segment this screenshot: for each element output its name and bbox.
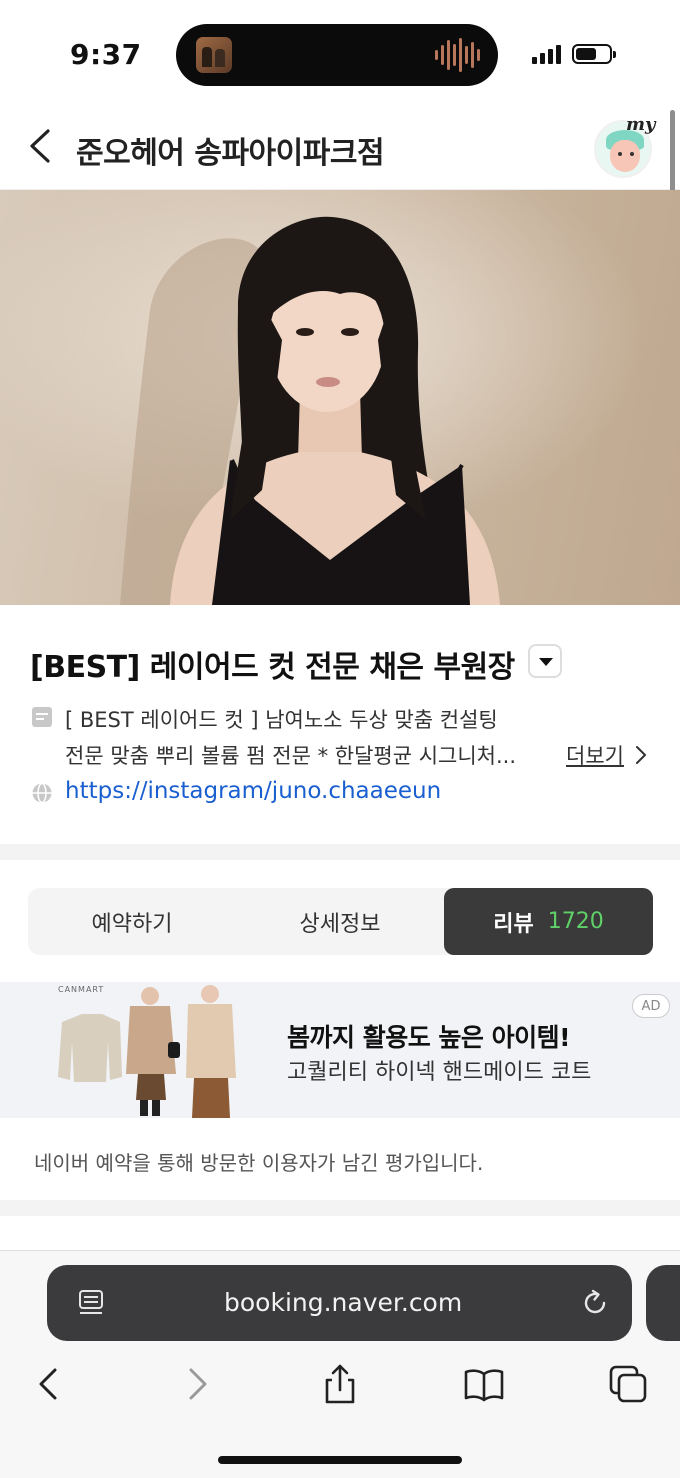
share-icon[interactable] bbox=[318, 1362, 362, 1406]
review-note: 네이버 예약을 통해 방문한 이용자가 남긴 평가입니다. bbox=[34, 1151, 484, 1175]
instagram-link[interactable]: https://instagram/juno.chaaeeun bbox=[65, 778, 441, 804]
back-icon[interactable] bbox=[27, 1362, 71, 1406]
tab-review-label: 리뷰 bbox=[493, 911, 534, 937]
tab-detail[interactable]: 상세정보 bbox=[236, 888, 444, 955]
home-indicator bbox=[218, 1456, 462, 1464]
bookmarks-icon[interactable] bbox=[462, 1362, 506, 1406]
chevron-left-icon[interactable] bbox=[26, 128, 56, 164]
review-count: 1720 bbox=[547, 909, 604, 934]
ad-headline: 봄까지 활용도 높은 아이템! bbox=[287, 1023, 571, 1052]
address-url[interactable]: booking.naver.com bbox=[224, 1288, 462, 1317]
tab-review[interactable]: 리뷰 1720 bbox=[444, 888, 653, 955]
ad-product-image bbox=[58, 985, 236, 1118]
now-playing-artwork bbox=[196, 37, 232, 73]
tab-bar: 예약하기 상세정보 리뷰 1720 bbox=[28, 888, 653, 955]
ad-banner[interactable]: CANMART 봄까지 활용도 높은 아이템! 고퀄리티 하이넥 핸드메이드 코… bbox=[0, 982, 680, 1118]
section-divider bbox=[0, 844, 680, 860]
cellular-signal-icon bbox=[532, 44, 561, 64]
my-label: my bbox=[626, 114, 656, 135]
ad-subtext: 고퀄리티 하이넥 핸드메이드 코트 bbox=[287, 1060, 592, 1085]
chevron-right-icon[interactable] bbox=[634, 744, 648, 766]
reload-icon[interactable] bbox=[580, 1288, 610, 1318]
page-title: 준오헤어 송파아이파크점 bbox=[76, 136, 385, 171]
tab-reserve[interactable]: 예약하기 bbox=[28, 888, 236, 955]
title-dropdown-button[interactable] bbox=[528, 644, 562, 678]
reader-mode-icon[interactable] bbox=[78, 1289, 104, 1317]
page-header: 준오헤어 송파아이파크점 bbox=[0, 100, 680, 190]
more-link[interactable]: 더보기 bbox=[566, 740, 624, 770]
description-line-2: 전문 맞춤 뿌리 볼륨 펌 전문 * 한달평균 시그니처... bbox=[65, 744, 517, 768]
globe-icon bbox=[32, 782, 52, 804]
memo-icon bbox=[32, 707, 52, 727]
designer-photo bbox=[0, 190, 680, 605]
audio-wave-icon bbox=[435, 38, 480, 72]
next-tab-address-bar[interactable] bbox=[646, 1265, 680, 1341]
tabs-icon[interactable] bbox=[606, 1362, 650, 1406]
forward-icon[interactable] bbox=[175, 1362, 219, 1406]
dynamic-island[interactable] bbox=[176, 24, 498, 86]
description-line-1: [ BEST 레이어드 컷 ] 남여노소 두상 맞춤 컨설팅 bbox=[65, 708, 498, 732]
status-bar: 9:37 bbox=[0, 0, 680, 100]
battery-icon bbox=[572, 44, 616, 64]
status-time: 9:37 bbox=[70, 38, 142, 71]
ad-badge[interactable]: AD bbox=[632, 994, 670, 1018]
section-divider bbox=[0, 1200, 680, 1216]
designer-title: [BEST] 레이어드 컷 전문 채은 부원장 bbox=[30, 650, 515, 685]
